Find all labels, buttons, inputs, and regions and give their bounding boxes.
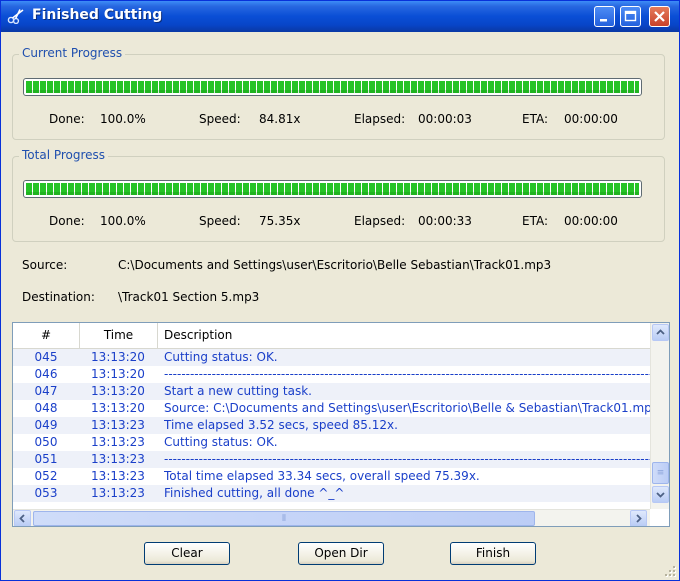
row-time: 13:13:23 (91, 452, 145, 466)
row-number: 048 (34, 401, 58, 415)
chevron-up-icon (656, 329, 665, 335)
log-row[interactable]: 049 13:13:23 Time elapsed 3.52 secs, speed… (13, 417, 650, 434)
row-description: Time elapsed 3.52 secs, speed 85.12x. (164, 418, 398, 432)
row-description: ----------------------------------------… (164, 452, 650, 466)
destination-label: Destination: (22, 290, 95, 304)
horizontal-scrollbar[interactable]: ⦀ (13, 509, 650, 526)
scroll-left-button[interactable] (14, 510, 31, 526)
row-description: ----------------------------------------… (164, 367, 650, 381)
total-eta-label: ETA: (522, 214, 549, 228)
current-elapsed-label: Elapsed: (354, 112, 406, 126)
column-header-description[interactable]: Description (158, 323, 650, 348)
log-list[interactable]: # Time Description 045 13:13:20 Cutting st… (12, 322, 670, 527)
resize-grip-icon[interactable] (665, 566, 677, 578)
close-icon (654, 11, 665, 22)
row-number: 045 (34, 350, 58, 364)
current-progress-fill (26, 81, 639, 93)
row-time: 13:13:20 (91, 367, 145, 381)
row-description: Source: C:\Documents and Settings\user\E… (164, 401, 650, 415)
minimize-icon (600, 19, 607, 22)
log-row[interactable]: 051 13:13:23 -----------------------------… (13, 451, 650, 468)
current-done-label: Done: (49, 112, 85, 126)
current-progress-bar (23, 78, 642, 96)
total-progress-bar (23, 180, 642, 198)
window-title: Finished Cutting (32, 7, 163, 23)
row-time: 13:13:20 (91, 401, 145, 415)
scroll-right-button[interactable] (630, 510, 647, 526)
total-eta-value: 00:00:00 (564, 214, 618, 228)
row-number: 049 (34, 418, 58, 432)
current-speed-label: Speed: (199, 112, 241, 126)
row-number: 047 (34, 384, 58, 398)
horizontal-scroll-thumb[interactable]: ⦀ (33, 511, 535, 526)
total-done-value: 100.0% (100, 214, 146, 228)
log-row[interactable]: 047 13:13:20 Start a new cutting task. (13, 383, 650, 400)
title-bar[interactable]: Finished Cutting (1, 1, 679, 32)
row-description: Cutting status: OK. (164, 435, 278, 449)
log-row[interactable]: 046 13:13:20 -----------------------------… (13, 366, 650, 383)
row-time: 13:13:23 (91, 418, 145, 432)
row-description: Start a new cutting task. (164, 384, 312, 398)
clear-button[interactable]: Clear (144, 542, 230, 565)
row-number: 052 (34, 469, 58, 483)
row-description: Finished cutting, all done ^_^ (164, 486, 345, 500)
chevron-left-icon (19, 514, 25, 523)
row-number: 050 (34, 435, 58, 449)
vertical-scrollbar[interactable]: ≡ (650, 323, 669, 509)
log-header: # Time Description (13, 323, 650, 349)
current-eta-label: ETA: (522, 112, 549, 126)
total-progress-label: Total Progress (19, 148, 109, 162)
row-number: 046 (34, 367, 58, 381)
scroll-down-button[interactable] (652, 486, 669, 503)
current-speed-value: 84.81x (259, 112, 301, 126)
close-button[interactable] (649, 6, 670, 27)
row-description: Cutting status: OK. (164, 350, 278, 364)
total-elapsed-label: Elapsed: (354, 214, 406, 228)
scissors-icon (7, 9, 24, 24)
row-time: 13:13:20 (91, 350, 145, 364)
current-done-value: 100.0% (100, 112, 146, 126)
minimize-button[interactable] (594, 6, 615, 27)
total-speed-label: Speed: (199, 214, 241, 228)
total-elapsed-value: 00:00:33 (418, 214, 472, 228)
row-time: 13:13:23 (91, 469, 145, 483)
log-row[interactable]: 053 13:13:23 Finished cutting, all done ^_… (13, 485, 650, 502)
row-description: Total time elapsed 33.34 secs, overall s… (164, 469, 480, 483)
total-progress-fill (26, 183, 639, 195)
log-row[interactable]: 052 13:13:23 Total time elapsed 33.34 secs… (13, 468, 650, 485)
open-dir-button[interactable]: Open Dir (298, 542, 384, 565)
log-row[interactable]: 048 13:13:20 Source: C:\Documents and Sett… (13, 400, 650, 417)
total-done-label: Done: (49, 214, 85, 228)
log-row[interactable]: 045 13:13:20 Cutting status: OK. (13, 349, 650, 366)
destination-path: \Track01 Section 5.mp3 (118, 290, 260, 304)
current-eta-value: 00:00:00 (564, 112, 618, 126)
chevron-down-icon (656, 492, 665, 498)
scroll-up-button[interactable] (652, 324, 669, 341)
current-elapsed-value: 00:00:03 (418, 112, 472, 126)
app-window: Finished Cutting Current Progress Done: … (0, 0, 680, 581)
row-number: 051 (34, 452, 58, 466)
row-number: 053 (34, 486, 58, 500)
row-time: 13:13:20 (91, 384, 145, 398)
column-header-number[interactable]: # (13, 323, 80, 348)
vertical-scroll-thumb[interactable]: ≡ (652, 462, 669, 484)
chevron-right-icon (636, 514, 642, 523)
finish-button[interactable]: Finish (450, 542, 536, 565)
total-progress-group: Total Progress Done: 100.0% Speed: 75.35… (12, 148, 665, 242)
grip-icon: ⦀ (282, 513, 286, 524)
current-progress-group: Current Progress Done: 100.0% Speed: 84.… (12, 46, 665, 140)
source-label: Source: (22, 258, 68, 272)
maximize-button[interactable] (620, 6, 641, 27)
current-progress-label: Current Progress (19, 46, 126, 60)
row-time: 13:13:23 (91, 435, 145, 449)
maximize-icon (624, 10, 637, 22)
log-row[interactable]: 050 13:13:23 Cutting status: OK. (13, 434, 650, 451)
source-path: C:\Documents and Settings\user\Escritori… (118, 258, 552, 272)
row-time: 13:13:23 (91, 486, 145, 500)
total-speed-value: 75.35x (259, 214, 301, 228)
log-rows: 045 13:13:20 Cutting status: OK. 046 13:13:… (13, 349, 650, 509)
column-header-time[interactable]: Time (80, 323, 158, 348)
grip-icon: ≡ (656, 468, 665, 478)
